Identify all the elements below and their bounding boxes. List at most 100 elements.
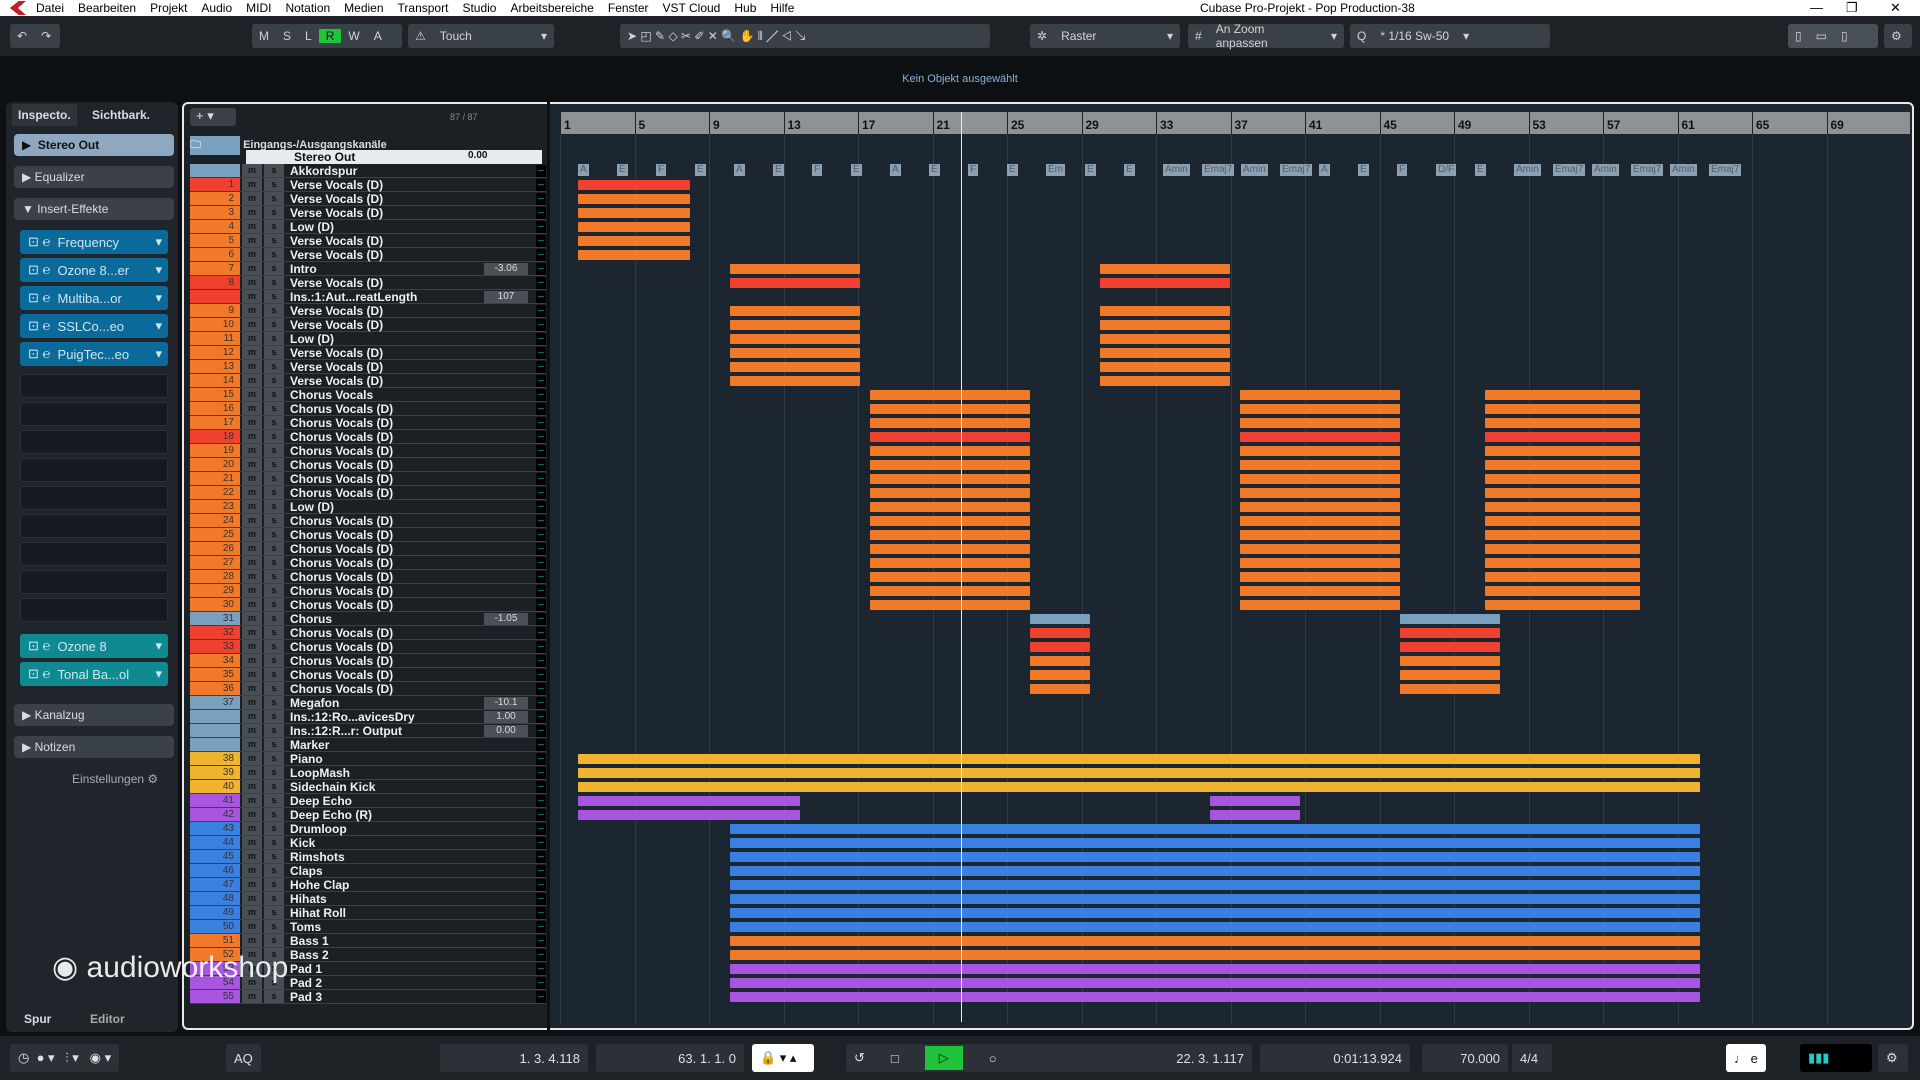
solo-button[interactable]: s: [264, 584, 284, 597]
event-part[interactable]: [1485, 404, 1640, 414]
mute-button[interactable]: m: [242, 164, 262, 177]
track-name[interactable]: Low (D): [290, 220, 536, 234]
event-part[interactable]: [1485, 530, 1640, 540]
event-part[interactable]: [1485, 502, 1640, 512]
event-part[interactable]: [1240, 488, 1400, 498]
solo-button[interactable]: s: [264, 486, 284, 499]
arrange-window[interactable]: 1 5 9 13 17 21 25 29 33 37 41 45 49 53 57 61 65 69 AEFEAE…: [550, 102, 1914, 1030]
track-value[interactable]: -3.06: [484, 262, 528, 275]
track-row[interactable]: 55 m s Pad 3 --: [190, 990, 546, 1004]
track-row[interactable]: 18 m s Chorus Vocals (D) --: [190, 430, 546, 444]
event-part[interactable]: [1485, 586, 1640, 596]
menu-datei[interactable]: Datei: [36, 1, 64, 15]
mute-button[interactable]: m: [242, 472, 262, 485]
bypass-icon[interactable]: ⊡ ℮: [28, 666, 50, 682]
event-part[interactable]: [1240, 446, 1400, 456]
chord-event[interactable]: E: [1085, 164, 1096, 176]
chord-event[interactable]: F: [968, 164, 979, 176]
mute-button[interactable]: m: [242, 710, 262, 723]
solo-button[interactable]: s: [264, 444, 284, 457]
event-part[interactable]: [1485, 558, 1640, 568]
track-name[interactable]: Ins.:12:Ro...avicesDry: [290, 710, 484, 724]
track-name[interactable]: Piano: [290, 752, 536, 766]
solo-button[interactable]: s: [264, 318, 284, 331]
solo-button[interactable]: s: [264, 626, 284, 639]
solo-button[interactable]: s: [264, 542, 284, 555]
mute-button[interactable]: m: [242, 598, 262, 611]
chord-event[interactable]: Amin: [1592, 164, 1619, 176]
track-name[interactable]: Chorus Vocals (D): [290, 444, 536, 458]
msl-w-button[interactable]: W: [341, 29, 366, 43]
event-part[interactable]: [1030, 642, 1090, 652]
track-row[interactable]: 32 m s Chorus Vocals (D) --: [190, 626, 546, 640]
event-part[interactable]: [1485, 474, 1640, 484]
menu-hub[interactable]: Hub: [734, 1, 756, 15]
mute-button[interactable]: m: [242, 458, 262, 471]
chord-event[interactable]: Emaj7: [1709, 164, 1742, 176]
track-name[interactable]: Chorus Vocals (D): [290, 402, 536, 416]
track-name[interactable]: Ins.:12:R...r: Output: [290, 724, 484, 738]
mute-button[interactable]: m: [242, 878, 262, 891]
mute-button[interactable]: m: [242, 920, 262, 933]
quantize-select[interactable]: Q * 1/16 Sw-50 ▾: [1350, 24, 1550, 48]
solo-button[interactable]: s: [264, 696, 284, 709]
undo-redo-group[interactable]: ↶ ↷: [10, 24, 60, 48]
track-name[interactable]: Chorus Vocals (D): [290, 486, 536, 500]
chord-event[interactable]: Emaj7: [1280, 164, 1313, 176]
event-part[interactable]: [1030, 656, 1090, 666]
solo-button[interactable]: s: [264, 556, 284, 569]
track-name[interactable]: Verse Vocals (D): [290, 318, 536, 332]
event-part[interactable]: [1100, 320, 1230, 330]
solo-button[interactable]: s: [264, 416, 284, 429]
play-icon[interactable]: ▷: [924, 1046, 963, 1070]
event-part[interactable]: [1240, 502, 1400, 512]
empty-insert-slot[interactable]: [20, 458, 168, 482]
event-part[interactable]: [1485, 446, 1640, 456]
tool-buttons[interactable]: ➤ ◰ ✎ ◇ ✂ ✐ ✕ 🔍 ✋ ⫴ ╱ ◁ ↘: [620, 24, 990, 48]
track-name[interactable]: Deep Echo (R): [290, 808, 536, 822]
track-row[interactable]: 11 m s Low (D) --: [190, 332, 546, 346]
solo-button[interactable]: s: [264, 668, 284, 681]
mute-button[interactable]: m: [242, 612, 262, 625]
mute-button[interactable]: m: [242, 542, 262, 555]
solo-button[interactable]: s: [264, 528, 284, 541]
empty-insert-slot[interactable]: [20, 570, 168, 594]
track-name[interactable]: Sidechain Kick: [290, 780, 536, 794]
folder-track[interactable]: 🗀 Eingangs-/Ausgangskanäle: [190, 136, 546, 155]
event-part[interactable]: [1240, 432, 1400, 442]
event-part[interactable]: [1100, 376, 1230, 386]
cycle-icon[interactable]: ↺: [854, 1050, 865, 1066]
track-name[interactable]: Claps: [290, 864, 536, 878]
tab-track[interactable]: Spur: [24, 1012, 51, 1026]
tab-editor[interactable]: Editor: [90, 1012, 125, 1026]
event-part[interactable]: [870, 488, 1030, 498]
post-insert-slot[interactable]: ⊡ ℮ Tonal Ba...ol ▾: [20, 662, 168, 686]
menu-vst-cloud[interactable]: VST Cloud: [663, 1, 721, 15]
event-part[interactable]: [1400, 670, 1500, 680]
msl-r-button[interactable]: R: [318, 29, 342, 43]
solo-button[interactable]: s: [264, 360, 284, 373]
track-row[interactable]: 33 m s Chorus Vocals (D) --: [190, 640, 546, 654]
solo-button[interactable]: s: [264, 570, 284, 583]
event-part[interactable]: [1485, 600, 1640, 610]
chord-event[interactable]: F: [1397, 164, 1408, 176]
event-part[interactable]: [1100, 362, 1230, 372]
event-part[interactable]: [1240, 516, 1400, 526]
menu-arbeitsbereiche[interactable]: Arbeitsbereiche: [510, 1, 593, 15]
track-name[interactable]: Verse Vocals (D): [290, 276, 536, 290]
event-part[interactable]: [578, 236, 690, 246]
track-row[interactable]: 43 m s Drumloop --: [190, 822, 546, 836]
stop-icon[interactable]: □: [891, 1051, 899, 1066]
event-part[interactable]: [730, 362, 860, 372]
event-part[interactable]: [730, 880, 1700, 890]
mute-button[interactable]: m: [242, 248, 262, 261]
redo-icon[interactable]: ↷: [34, 29, 58, 43]
stereo-out-track[interactable]: Stereo Out 0.00: [246, 150, 542, 164]
solo-button[interactable]: s: [264, 248, 284, 261]
event-part[interactable]: [870, 390, 1030, 400]
track-row[interactable]: 7 m s Intro -3.06 --: [190, 262, 546, 276]
solo-button[interactable]: s: [264, 892, 284, 905]
chord-event[interactable]: A: [734, 164, 745, 176]
track-name[interactable]: Chorus Vocals (D): [290, 668, 536, 682]
menu-notation[interactable]: Notation: [285, 1, 330, 15]
